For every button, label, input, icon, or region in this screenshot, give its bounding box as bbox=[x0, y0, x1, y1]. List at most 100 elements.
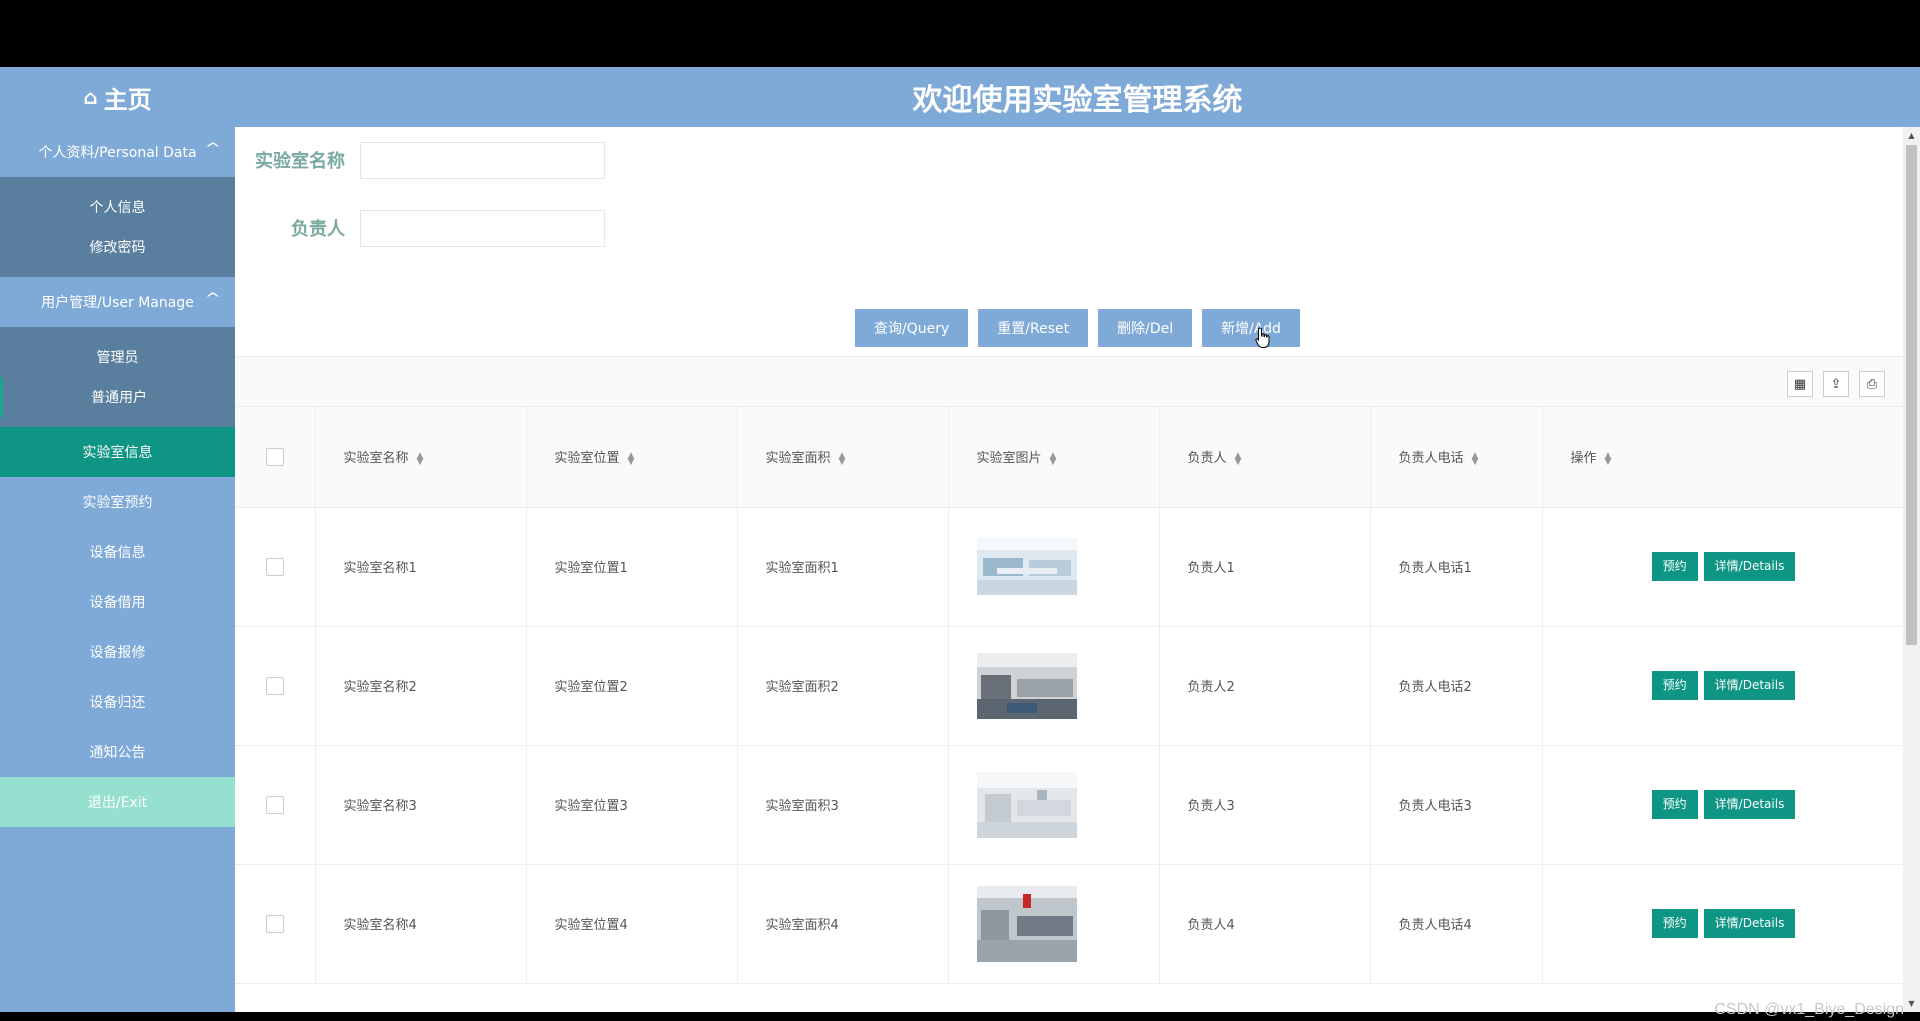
add-button[interactable]: 新增/Add bbox=[1202, 309, 1300, 347]
menu-group-personal-label: 个人资料/Personal Data bbox=[38, 145, 197, 161]
query-button[interactable]: 查询/Query bbox=[855, 309, 969, 347]
column-header[interactable]: 实验室图片 ▲ ▼ bbox=[948, 407, 1160, 508]
column-header[interactable]: 实验室面积 ▲ ▼ bbox=[737, 407, 949, 508]
row-checkbox[interactable] bbox=[265, 914, 284, 933]
sidebar-item-change-password[interactable]: 修改密码 bbox=[0, 227, 235, 267]
column-header[interactable]: 实验室位置 ▲ ▼ bbox=[526, 407, 738, 508]
exit-button[interactable]: 退出/Exit bbox=[0, 777, 235, 827]
export-icon[interactable]: ⇪ bbox=[1823, 371, 1849, 397]
row-checkbox[interactable] bbox=[265, 557, 284, 576]
column-header[interactable]: 负责人 ▲ ▼ bbox=[1159, 407, 1371, 508]
cell-lab-area: 实验室面积2 bbox=[737, 626, 949, 746]
cell-lab-image bbox=[948, 507, 1160, 627]
sidebar-item-admin[interactable]: 管理员 bbox=[0, 337, 235, 377]
lab-name-input[interactable] bbox=[360, 141, 605, 179]
sidebar-item-notice[interactable]: 通知公告 bbox=[0, 727, 235, 777]
reserve-button[interactable]: 预约 bbox=[1651, 790, 1698, 819]
cell-lab-image bbox=[948, 864, 1160, 984]
sort-icon[interactable]: ▲ ▼ bbox=[417, 451, 424, 466]
cell-lab-location: 实验室位置3 bbox=[526, 745, 738, 865]
cell-person: 负责人4 bbox=[1159, 864, 1371, 984]
column-header-label: 负责人 bbox=[1187, 451, 1227, 467]
sidebar-item-equipment-borrow[interactable]: 设备借用 bbox=[0, 577, 235, 627]
lab-image[interactable] bbox=[976, 771, 1077, 838]
table-header-row: 实验室名称 ▲ ▼ 实验室位置 ▲ ▼ 实验室面积 ▲ ▼ 实验室图片 ▲ ▼ 负责人 ▲ ▼ 负责… bbox=[235, 407, 1906, 508]
table-row: 实验室名称2 实验室位置2 实验室面积2 负责人2 负责人电话2 预约 详情/De… bbox=[235, 626, 1906, 746]
menu-group-personal[interactable]: 个人资料/Personal Data ^ bbox=[0, 127, 235, 177]
site-title: 欢迎使用实验室管理系统 bbox=[912, 83, 1243, 118]
sidebar-item-equipment-repair[interactable]: 设备报修 bbox=[0, 627, 235, 677]
sort-icon[interactable]: ▲ ▼ bbox=[839, 451, 846, 466]
sort-icon[interactable]: ▲ ▼ bbox=[628, 451, 635, 466]
home-label: 主页 bbox=[103, 85, 152, 114]
cell-actions: 预约 详情/Details bbox=[1542, 864, 1906, 984]
sort-icon[interactable]: ▲ ▼ bbox=[1605, 451, 1612, 466]
page-scrollbar[interactable]: ▲ ▼ bbox=[1903, 127, 1920, 1012]
row-select-cell bbox=[235, 507, 316, 627]
reserve-button[interactable]: 预约 bbox=[1651, 552, 1698, 581]
cell-lab-area: 实验室面积3 bbox=[737, 745, 949, 865]
details-button[interactable]: 详情/Details bbox=[1703, 552, 1796, 581]
data-table-container: ▦ ⇪ ⎙ 实验室名称 ▲ ▼ 实验室位置 ▲ ▼ 实验室面积 ▲ ▼ 实验室图片 ▲ ▼ 负责… bbox=[235, 356, 1906, 1012]
sidebar-item-lab-info[interactable]: 实验室信息 bbox=[0, 427, 235, 477]
sort-icon[interactable]: ▲ ▼ bbox=[1050, 451, 1057, 466]
table-toolbar: ▦ ⇪ ⎙ bbox=[235, 357, 1905, 407]
row-select-cell bbox=[235, 864, 316, 984]
scroll-thumb[interactable] bbox=[1906, 145, 1917, 645]
sidebar-item-personal-info[interactable]: 个人信息 bbox=[0, 187, 235, 227]
select-all-cell bbox=[235, 407, 316, 508]
cell-phone: 负责人电话1 bbox=[1370, 507, 1543, 627]
app-screen: ⌂ 主页 欢迎使用实验室管理系统 个人资料/Personal Data ^ 个人… bbox=[0, 67, 1920, 1012]
cell-lab-name: 实验室名称1 bbox=[315, 507, 527, 627]
scroll-down-icon[interactable]: ▼ bbox=[1903, 995, 1920, 1012]
cell-lab-location: 实验室位置4 bbox=[526, 864, 738, 984]
hand-cursor-icon bbox=[1255, 327, 1270, 348]
sort-icon[interactable]: ▲ ▼ bbox=[1472, 451, 1479, 466]
cell-lab-name: 实验室名称3 bbox=[315, 745, 527, 865]
action-buttons: 查询/Query 重置/Reset 删除/Del 新增/Add bbox=[235, 309, 1920, 347]
sidebar-item-normal-user[interactable]: 普通用户 bbox=[0, 377, 235, 417]
column-header[interactable]: 负责人电话 ▲ ▼ bbox=[1370, 407, 1543, 508]
cell-actions: 预约 详情/Details bbox=[1542, 507, 1906, 627]
column-header-label: 实验室名称 bbox=[343, 451, 409, 467]
columns-icon[interactable]: ▦ bbox=[1787, 371, 1813, 397]
menu-group-user[interactable]: 用户管理/User Manage ^ bbox=[0, 277, 235, 327]
main-content: 实验室名称 负责人 查询/Query 重置/Reset 删除/Del 新增/Ad… bbox=[235, 127, 1920, 1012]
cell-lab-area: 实验室面积1 bbox=[737, 507, 949, 627]
lab-image[interactable] bbox=[976, 538, 1077, 595]
table-row: 实验室名称4 实验室位置4 实验室面积4 负责人4 负责人电话4 预约 详情/De… bbox=[235, 864, 1906, 984]
cell-person: 负责人1 bbox=[1159, 507, 1371, 627]
scroll-up-icon[interactable]: ▲ bbox=[1903, 127, 1920, 144]
column-header[interactable]: 实验室名称 ▲ ▼ bbox=[315, 407, 527, 508]
column-header-label: 负责人电话 bbox=[1398, 451, 1464, 467]
details-button[interactable]: 详情/Details bbox=[1703, 909, 1796, 938]
chevron-up-icon: ^ bbox=[204, 291, 222, 307]
sidebar-item-equipment-info[interactable]: 设备信息 bbox=[0, 527, 235, 577]
details-button[interactable]: 详情/Details bbox=[1703, 790, 1796, 819]
cell-lab-area: 实验室面积4 bbox=[737, 864, 949, 984]
details-button[interactable]: 详情/Details bbox=[1703, 671, 1796, 700]
person-input[interactable] bbox=[360, 209, 605, 247]
row-checkbox[interactable] bbox=[265, 795, 284, 814]
cell-lab-location: 实验室位置1 bbox=[526, 507, 738, 627]
table-row: 实验室名称3 实验室位置3 实验室面积3 负责人3 负责人电话3 预约 详情/De… bbox=[235, 745, 1906, 865]
reserve-button[interactable]: 预约 bbox=[1651, 909, 1698, 938]
lab-image[interactable] bbox=[976, 652, 1077, 719]
search-row-name: 实验室名称 bbox=[235, 141, 605, 179]
sidebar: 个人资料/Personal Data ^ 个人信息 修改密码 用户管理/User… bbox=[0, 127, 235, 1012]
delete-button[interactable]: 删除/Del bbox=[1098, 309, 1193, 347]
column-header-label: 操作 bbox=[1570, 451, 1597, 467]
cell-lab-image bbox=[948, 626, 1160, 746]
select-all-checkbox[interactable] bbox=[265, 447, 284, 466]
sidebar-item-lab-reservation[interactable]: 实验室预约 bbox=[0, 477, 235, 527]
sort-icon[interactable]: ▲ ▼ bbox=[1235, 451, 1242, 466]
row-select-cell bbox=[235, 626, 316, 746]
print-icon[interactable]: ⎙ bbox=[1859, 371, 1885, 397]
home-link[interactable]: ⌂ 主页 bbox=[0, 67, 235, 127]
lab-image[interactable] bbox=[976, 885, 1077, 962]
column-header[interactable]: 操作 ▲ ▼ bbox=[1542, 407, 1906, 508]
reset-button[interactable]: 重置/Reset bbox=[978, 309, 1089, 347]
reserve-button[interactable]: 预约 bbox=[1651, 671, 1698, 700]
row-checkbox[interactable] bbox=[265, 676, 284, 695]
sidebar-item-equipment-return[interactable]: 设备归还 bbox=[0, 677, 235, 727]
